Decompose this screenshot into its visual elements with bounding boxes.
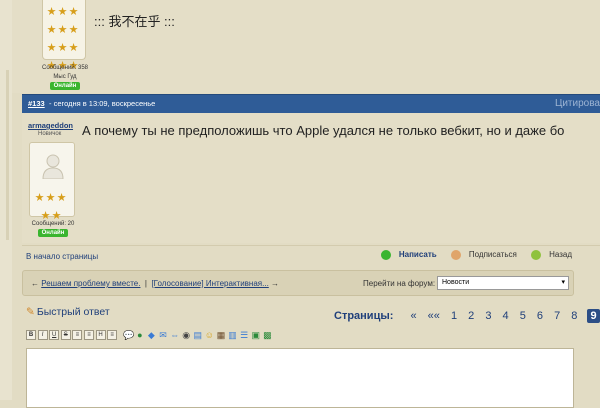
rank-star-icon: ★ [46, 6, 57, 18]
list-icon[interactable]: ☰ [239, 330, 249, 340]
back-button[interactable]: Назад [525, 250, 572, 260]
rank-star-icon: ★ [57, 6, 68, 18]
post-footer: В начало страницы Написать Подписаться Н… [22, 245, 600, 267]
align-center-button[interactable]: ≡ [83, 330, 94, 340]
post-message: А почему ты не предположишь что Apple уд… [82, 123, 565, 138]
page-link[interactable]: 1 [451, 310, 457, 322]
page-prev-link[interactable]: «« [428, 310, 440, 322]
globe-icon[interactable]: ● [135, 330, 145, 340]
page-link[interactable]: 5 [520, 310, 526, 322]
rank-star-icon: ★ [56, 192, 67, 204]
upload-icon[interactable]: ▩ [262, 330, 272, 340]
link-icon[interactable]: ⇔ [170, 330, 180, 340]
prev-topic-link[interactable]: Решаем проблему вместе. [41, 279, 140, 288]
eye-icon[interactable]: ◉ [181, 330, 191, 340]
video-icon[interactable]: ▥ [228, 330, 238, 340]
mail-icon[interactable]: ✉ [158, 330, 168, 340]
post-header-bar: #133 - сегодня в 13:09, воскресенье Цити… [22, 94, 600, 113]
rank-star-icon: ★ [68, 24, 79, 36]
avatar[interactable]: ★★★ ★★ [29, 142, 75, 222]
smiley-icon[interactable]: ☺ [204, 330, 214, 340]
forum-select[interactable]: Новости ▾ [437, 276, 569, 290]
underline-button[interactable]: U [49, 330, 60, 340]
rank-star-icon: ★ [34, 192, 45, 204]
topic-navigation: ← Решаем проблему вместе. | [Голосование… [22, 270, 574, 296]
reply-textarea[interactable] [26, 348, 574, 408]
rank-star-icon: ★ [46, 42, 57, 54]
pencil-icon: ✎ [26, 306, 35, 318]
rank-star-icon: ★ [57, 24, 68, 36]
default-avatar-icon [42, 154, 64, 179]
next-topic-link[interactable]: [Голосование] Интерактивная... [151, 279, 268, 288]
page-link[interactable]: 3 [485, 310, 491, 322]
post-date: - сегодня в 13:09, воскресенье [49, 99, 156, 108]
document-icon[interactable]: ▤ [193, 330, 203, 340]
subscribe-icon [450, 250, 461, 260]
subscribe-button[interactable]: Подписаться [445, 250, 517, 260]
strike-button[interactable]: S [60, 330, 71, 340]
post-message: ::: 我不在乎 ::: [94, 14, 175, 29]
heading-button[interactable]: H [95, 330, 106, 340]
to-top-link[interactable]: В начало страницы [26, 252, 98, 261]
user-rank-stars: ★★★ ★★★ ★★★ ★★★ [42, 0, 86, 72]
plus-icon [380, 250, 391, 260]
user-location: Мыс Гуд [53, 74, 77, 80]
jump-label: Перейти на форум: [363, 279, 436, 288]
pages-label: Страницы: [334, 310, 394, 322]
left-gutter-line [6, 70, 9, 240]
image-icon[interactable]: ▦ [216, 330, 226, 340]
table-icon[interactable]: ▣ [251, 330, 261, 340]
align-left-button[interactable]: ≡ [72, 330, 83, 340]
username-link[interactable]: armageddon [28, 121, 73, 130]
topic-links: ← Решаем проблему вместе. | [Голосование… [31, 279, 279, 288]
speech-bubble-icon[interactable]: 💬 [123, 330, 134, 340]
page-link[interactable]: 7 [554, 310, 560, 322]
online-badge: Онлайн [37, 229, 69, 237]
online-badge: Онлайн [49, 82, 81, 90]
italic-button[interactable]: I [37, 330, 48, 340]
left-gutter [0, 0, 12, 400]
code-icon[interactable]: ◆ [146, 330, 156, 340]
rank-star-icon: ★ [46, 24, 57, 36]
page-link[interactable]: 6 [537, 310, 543, 322]
next-arrow-icon: → [271, 279, 280, 288]
rank-star-icon: ★ [45, 192, 56, 204]
rank-star-icon: ★ [68, 42, 79, 54]
back-arrow-icon [531, 250, 542, 260]
quote-button[interactable]: Цитирова [555, 98, 600, 109]
align-right-button[interactable]: ≡ [107, 330, 118, 340]
page-first-link[interactable]: « [410, 310, 416, 322]
message-count: Сообщений: 358 [41, 65, 88, 71]
message-count: Сообщений: 20 [31, 221, 75, 227]
topic-separator: | [144, 279, 147, 288]
forum-select-value: Новости [442, 279, 470, 286]
rank-star-icon: ★ [57, 42, 68, 54]
chevron-down-icon: ▾ [561, 279, 565, 286]
prev-arrow-icon: ← [31, 279, 39, 288]
write-button[interactable]: Написать [375, 250, 437, 260]
post-current: armageddon Новичок ★★★ ★★ Сообщений: 20 … [22, 113, 600, 243]
pagination: Страницы: « «« 1 2 3 4 5 6 7 8 9 [334, 309, 600, 323]
quick-reply-label: Быстрый ответ [36, 306, 110, 318]
page-link[interactable]: 2 [468, 310, 474, 322]
user-meta: Сообщений: 358 Мыс Гуд Онлайн [36, 64, 94, 91]
quick-reply-toggle[interactable]: ✎ Быстрый ответ [26, 306, 110, 318]
bold-button[interactable]: B [26, 330, 36, 340]
page-current: 9 [587, 309, 600, 323]
post-previous: ★★★ ★★★ ★★★ ★★★ Сообщений: 358 Мыс Гуд О… [12, 0, 600, 93]
editor-toolbar: B I U S ≡ ≡ H ≡ 💬 ● ◆ ✉ ⇔ ◉ ▤ ☺ ▦ ▥ ☰ ▣ ▩ [26, 330, 586, 344]
page-link[interactable]: 4 [503, 310, 509, 322]
page-link[interactable]: 8 [571, 310, 577, 322]
user-rank: Новичок [38, 131, 62, 137]
user-meta: Сообщений: 20 Онлайн [26, 220, 80, 238]
rank-star-icon: ★ [68, 6, 79, 18]
post-number-link[interactable]: #133 [28, 99, 45, 108]
post-actions: Написать Подписаться Назад [369, 250, 572, 260]
